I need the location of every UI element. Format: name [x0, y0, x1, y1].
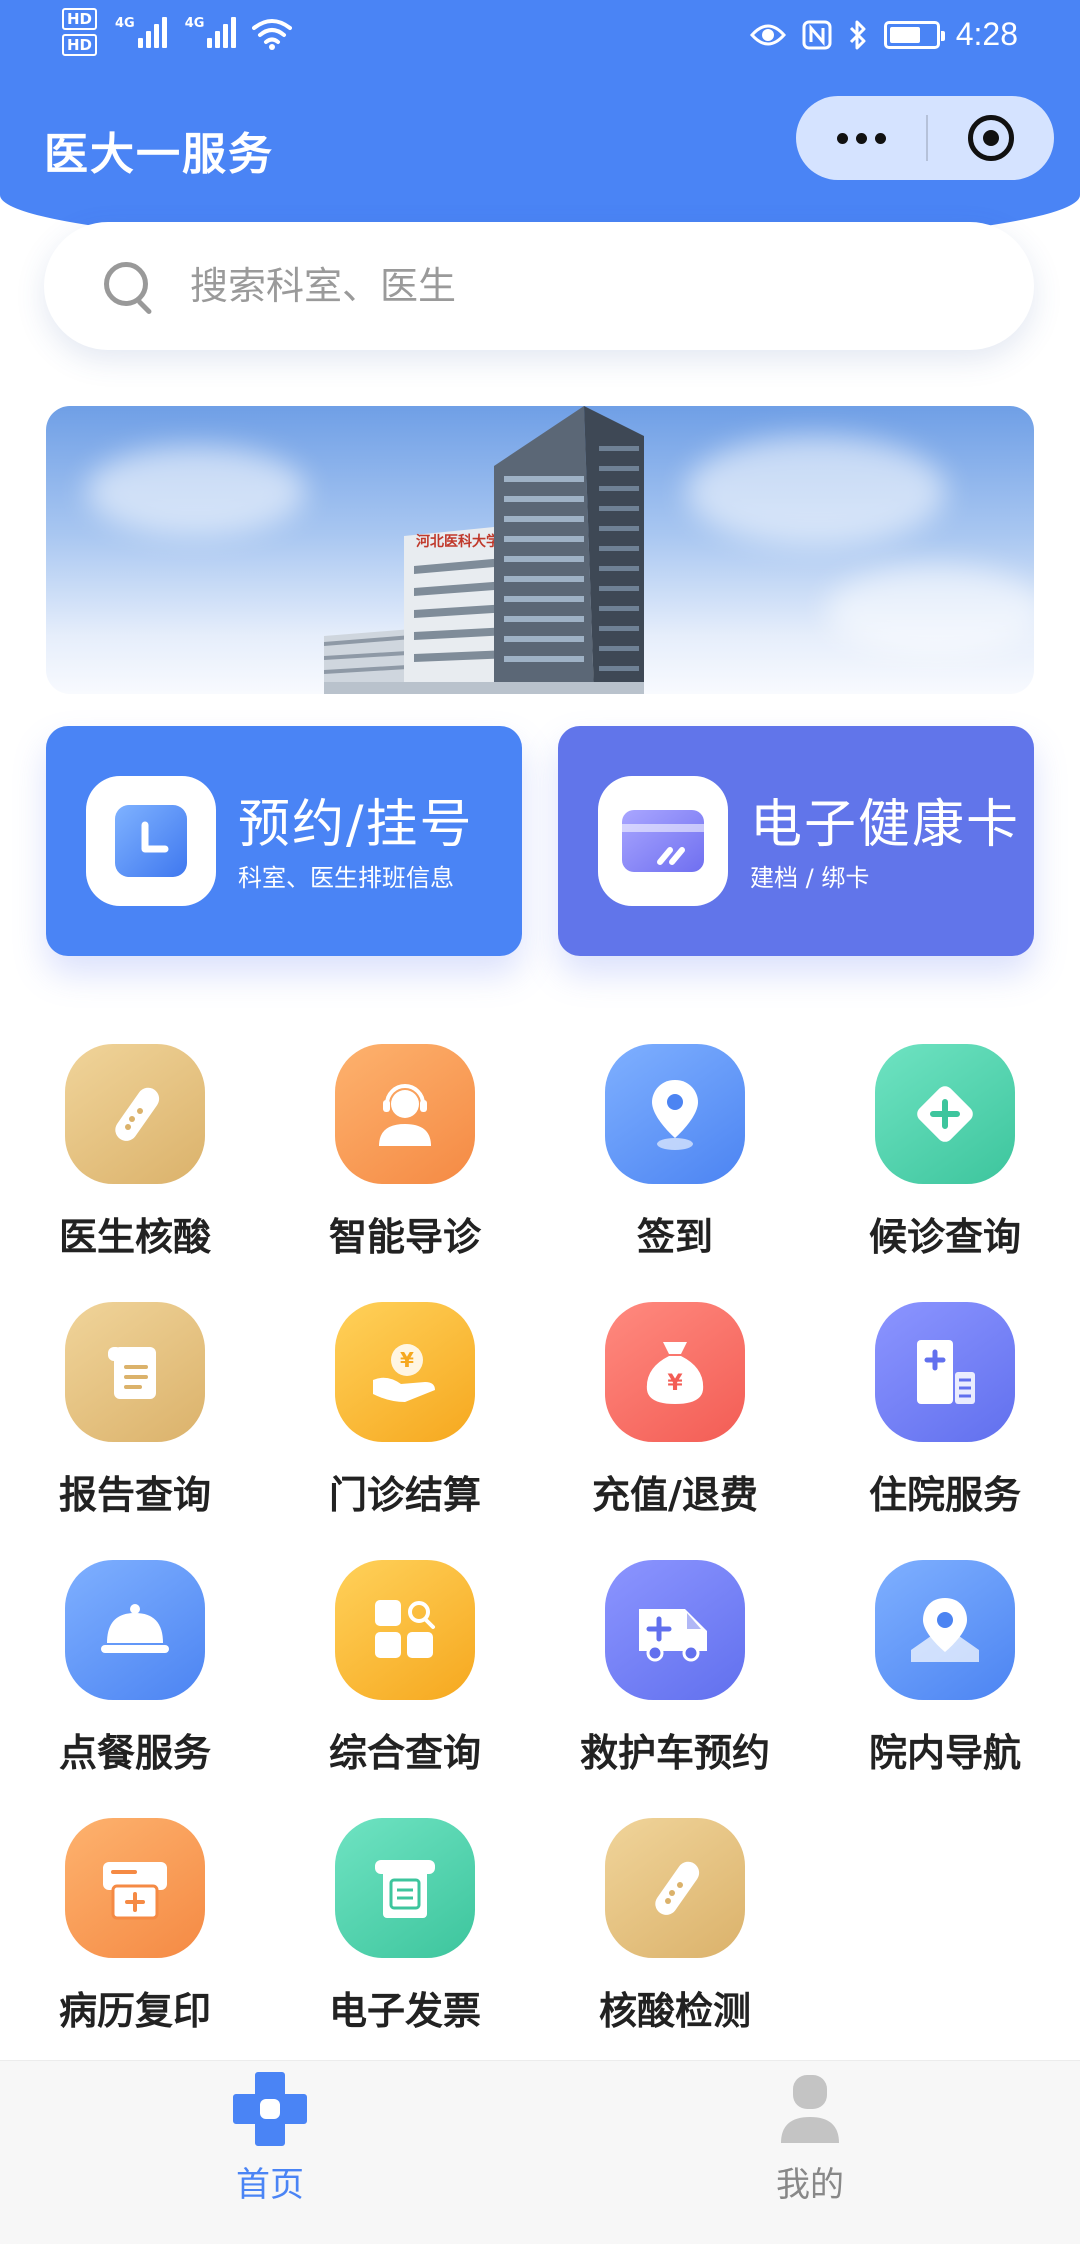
mini-program-capsule	[796, 96, 1054, 180]
clock-time: 4:28	[955, 16, 1018, 52]
tab-mine[interactable]: 我的	[710, 2071, 910, 2206]
tab-label: 首页	[236, 2165, 304, 2205]
health-card[interactable]: 电子健康卡 建档 / 绑卡	[558, 726, 1034, 956]
grid-item-ambulance-booking[interactable]: 救护车预约	[560, 1560, 790, 1777]
grid-label: 报告查询	[58, 1473, 211, 1517]
grid-label: 智能导诊	[328, 1215, 481, 1259]
grid-item-inpatient-service[interactable]: 住院服务	[830, 1302, 1060, 1519]
grid-item-check-in[interactable]: 签到	[560, 1044, 790, 1261]
grid-label: 住院服务	[868, 1473, 1021, 1517]
grid-label: 签到	[636, 1215, 713, 1259]
card-subtitle: 建档 / 绑卡	[750, 864, 870, 892]
grid-item-report-query[interactable]: 报告查询	[20, 1302, 250, 1519]
clock-icon	[86, 776, 216, 906]
nfc-icon	[802, 20, 832, 49]
card-title: 电子健康卡	[750, 795, 1021, 855]
test-tube-icon	[65, 1044, 205, 1184]
grid-item-meal-ordering[interactable]: 点餐服务	[20, 1560, 250, 1777]
headset-agent-icon	[335, 1044, 475, 1184]
grid-label: 充值/退费	[592, 1473, 758, 1517]
card-title: 预约/挂号	[238, 795, 474, 855]
network-type-1: 4G	[115, 16, 135, 31]
grid-item-electronic-invoice[interactable]: 电子发票	[290, 1818, 520, 2035]
bluetooth-icon	[849, 20, 866, 49]
network-type-2: 4G	[184, 16, 205, 31]
hd-badge-2: HD	[62, 34, 98, 56]
wifi-icon	[252, 19, 293, 50]
grid-label: 病历复印	[58, 1989, 211, 2033]
map-pin-icon	[875, 1560, 1015, 1700]
grid-item-waiting-query[interactable]: 候诊查询	[830, 1044, 1060, 1261]
tab-label: 我的	[776, 2165, 844, 2205]
grid-item-comprehensive-query[interactable]: 综合查询	[290, 1560, 520, 1777]
invoice-icon	[335, 1818, 475, 1958]
signal-bars-icon	[137, 16, 167, 48]
signal-1: 4G	[115, 16, 167, 48]
more-button[interactable]	[796, 132, 926, 144]
status-bar: HD HD 4G 4G 4:28	[0, 0, 1080, 80]
search-icon	[100, 258, 156, 314]
appointment-card[interactable]: 预约/挂号 科室、医生排班信息	[46, 726, 522, 956]
eye-icon	[749, 24, 786, 45]
grid-label: 救护车预约	[579, 1731, 770, 1775]
grid-label: 综合查询	[328, 1731, 481, 1775]
location-pin-icon	[605, 1044, 745, 1184]
money-bag-icon: ¥	[605, 1302, 745, 1442]
grid-item-outpatient-settlement[interactable]: ¥ 门诊结算	[290, 1302, 520, 1519]
printer-icon	[65, 1818, 205, 1958]
signal-2: 4G	[185, 16, 237, 48]
grid-label: 院内导航	[868, 1731, 1021, 1775]
grid-label: 核酸检测	[598, 1989, 751, 2033]
grid-label: 点餐服务	[58, 1731, 211, 1775]
card-subtitle: 科室、医生排班信息	[238, 864, 454, 892]
grid-label: 电子发票	[328, 1989, 481, 2033]
grid-item-hospital-navigation[interactable]: 院内导航	[830, 1560, 1060, 1777]
search-input[interactable]	[190, 264, 970, 308]
diamond-plus-icon	[875, 1044, 1015, 1184]
card-icon	[598, 776, 728, 906]
search-bar[interactable]	[44, 222, 1034, 350]
hd-badge-1: HD	[62, 8, 98, 30]
ambulance-icon	[605, 1560, 745, 1700]
grid-item-medical-record-copy[interactable]: 病历复印	[20, 1818, 250, 2035]
svg-text:¥: ¥	[667, 1371, 683, 1396]
user-icon	[781, 2075, 839, 2143]
close-button[interactable]	[928, 115, 1054, 161]
report-scroll-icon	[65, 1302, 205, 1442]
yen-coin-hand-icon: ¥	[335, 1302, 475, 1442]
hospital-building-icon	[875, 1302, 1015, 1442]
hd-indicators: HD HD	[62, 8, 98, 56]
bottom-tab-bar: 首页 我的	[0, 2060, 1080, 2244]
grid-item-doctor-nucleic[interactable]: 医生核酸	[20, 1044, 250, 1261]
hospital-building-image: 河北医科大学第一医院	[324, 406, 644, 694]
cross-home-icon	[233, 2072, 307, 2146]
grid-search-icon	[335, 1560, 475, 1700]
grid-item-nucleic-test[interactable]: 核酸检测	[560, 1818, 790, 2035]
target-icon	[968, 115, 1014, 161]
signal-bars-icon	[207, 16, 237, 48]
grid-label: 门诊结算	[328, 1473, 481, 1517]
grid-label: 医生核酸	[58, 1215, 211, 1259]
grid-item-smart-triage[interactable]: 智能导诊	[290, 1044, 520, 1261]
grid-label: 候诊查询	[868, 1215, 1021, 1259]
test-tube-icon	[605, 1818, 745, 1958]
svg-text:¥: ¥	[400, 1348, 414, 1372]
battery-icon	[883, 20, 945, 49]
food-cloche-icon	[65, 1560, 205, 1700]
page-title: 医大一服务	[44, 129, 274, 180]
grid-item-recharge-refund[interactable]: ¥ 充值/退费	[560, 1302, 790, 1519]
hospital-banner[interactable]: 河北医科大学第一医院	[46, 406, 1034, 694]
tab-home[interactable]: 首页	[170, 2071, 370, 2206]
